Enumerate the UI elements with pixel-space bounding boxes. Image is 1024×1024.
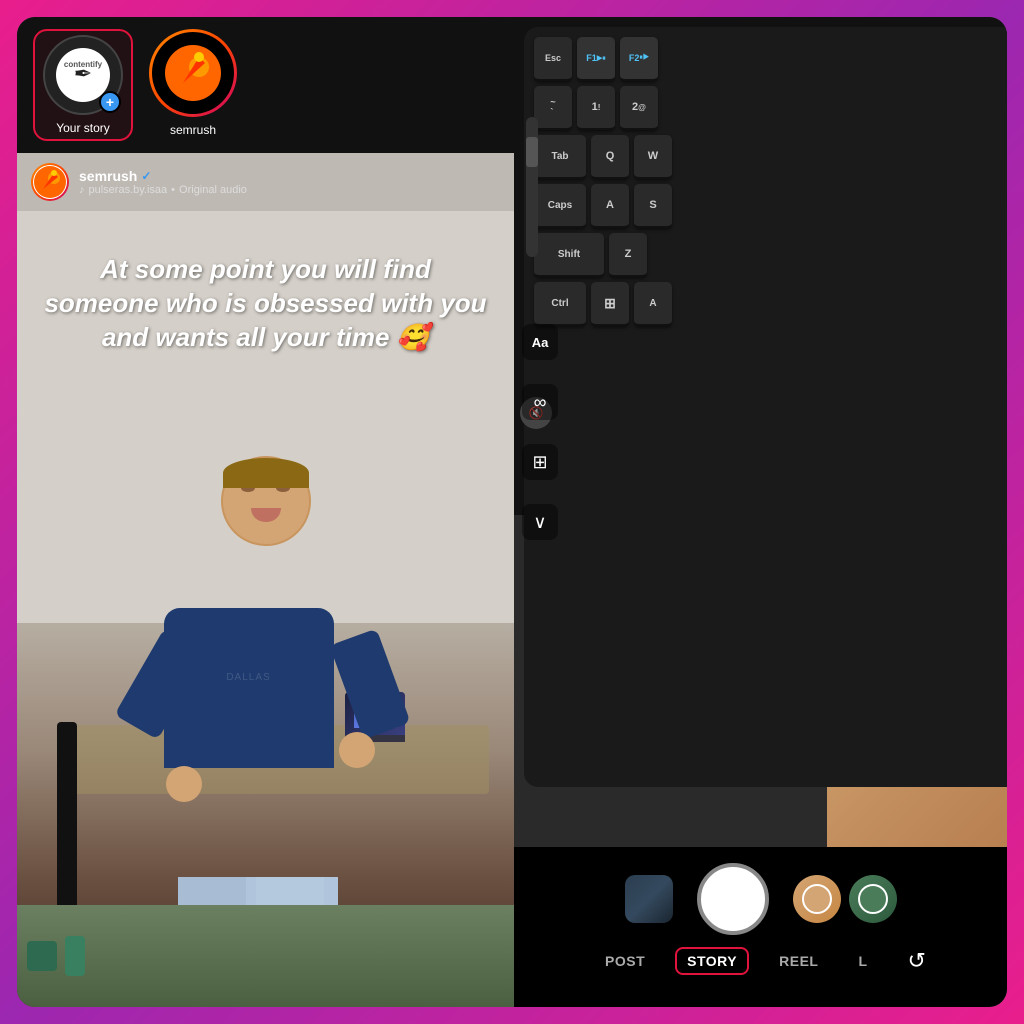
bottom-controls: POST STORY REEL L ↺ [514, 847, 1007, 1007]
tab-post[interactable]: POST [595, 949, 655, 973]
your-story-item[interactable]: ✒ contentify + Your story [33, 29, 133, 141]
recent-photos [793, 875, 897, 923]
recent-photo-2[interactable] [849, 875, 897, 923]
key-a: A [591, 184, 629, 228]
key-row-numbers: ~` 1! 2@ [534, 86, 1007, 130]
flip-camera-button[interactable]: ↺ [908, 948, 926, 974]
key-row-top: Esc F1▶⏸ F2⏸▶ [534, 37, 1007, 81]
text-tool-button[interactable]: Aa [522, 324, 558, 360]
tab-reel[interactable]: REEL [769, 949, 828, 973]
post-avatar-ring [31, 163, 69, 201]
key-s: S [634, 184, 672, 228]
left-hand [166, 766, 202, 802]
tab-story[interactable]: STORY [675, 947, 749, 975]
tab-live[interactable]: L [848, 949, 877, 973]
capture-button[interactable] [697, 863, 769, 935]
volume-thumb [526, 137, 538, 167]
key-esc: Esc [534, 37, 572, 81]
right-hand [339, 732, 375, 768]
chevron-down-button[interactable]: ∨ [522, 504, 558, 540]
mode-tabs: POST STORY REEL L ↺ [595, 947, 926, 975]
keyboard-photo-area: Esc F1▶⏸ F2⏸▶ ~` 1! 2@ Tab Q W [514, 17, 1007, 847]
capture-row [514, 863, 1007, 935]
recent-photo-1[interactable] [793, 875, 841, 923]
volume-slider[interactable] [526, 117, 538, 257]
post-header: semrush ✓ ♪ pulseras.by.isaa • Original … [17, 153, 514, 211]
key-row-asdf: Caps A S [534, 184, 1007, 228]
your-story-label: Your story [56, 121, 110, 135]
key-shift: Shift [534, 233, 604, 277]
semrush-story-label: semrush [170, 123, 216, 137]
link-icon: ∞ [534, 392, 547, 413]
key-1: 1! [577, 86, 615, 130]
stories-row: ✒ contentify + Your story [17, 17, 514, 153]
link-tool-button[interactable]: ∞ [522, 384, 558, 420]
semrush-story-avatar [152, 32, 234, 114]
layout-tool-button[interactable]: ⊞ [522, 444, 558, 480]
key-row-bottom: Ctrl ⊞ A [534, 282, 1007, 326]
text-tool-icon: Aa [532, 335, 549, 350]
key-caps: Caps [534, 184, 586, 228]
key-q: Q [591, 135, 629, 179]
wall [17, 153, 514, 623]
key-row-qwerty: Tab Q W [534, 135, 1007, 179]
svg-text:contentify: contentify [64, 60, 103, 69]
verified-badge: ✓ [141, 169, 151, 183]
semrush-story-ring [149, 29, 237, 117]
gallery-thumbnail[interactable] [625, 875, 673, 923]
key-ctrl: Ctrl [534, 282, 586, 326]
floor [17, 905, 514, 1007]
mouth [251, 508, 281, 522]
post-username: semrush ✓ [79, 168, 500, 184]
your-story-avatar-wrapper: ✒ contentify + [43, 35, 123, 115]
key-tab: Tab [534, 135, 586, 179]
key-f1: F1▶⏸ [577, 37, 615, 81]
key-w: W [634, 135, 672, 179]
main-frame: ✒ contentify + Your story [17, 17, 1007, 1007]
key-z: Z [609, 233, 647, 277]
add-story-badge[interactable]: + [99, 91, 121, 113]
key-row-zxcv: Shift Z [534, 233, 1007, 277]
side-toolbar: Aa ∞ ⊞ ∨ [522, 324, 558, 540]
person-body: DALLAS [164, 608, 334, 768]
post-overlay-text: At some point you will find someone who … [17, 233, 514, 374]
layout-icon: ⊞ [532, 452, 547, 473]
post-avatar [33, 165, 67, 199]
chair-back [57, 722, 77, 922]
gallery-thumb-preview [625, 875, 673, 923]
left-panel: ✒ contentify + Your story [17, 17, 514, 1007]
person-head [221, 456, 311, 546]
post-avatar-icon [33, 165, 67, 199]
semrush-logo-icon [163, 43, 223, 103]
post-audio-info: ♪ pulseras.by.isaa • Original audio [79, 184, 500, 196]
semrush-story-item[interactable]: semrush [149, 29, 237, 141]
overlay-text-content: At some point you will find someone who … [41, 253, 490, 354]
post-content-area: semrush ✓ ♪ pulseras.by.isaa • Original … [17, 153, 514, 1007]
key-tilde: ~` [534, 86, 572, 130]
key-win: ⊞ [591, 282, 629, 326]
key-alt: A [634, 282, 672, 326]
chevron-down-icon: ∨ [533, 512, 546, 533]
right-panel: Esc F1▶⏸ F2⏸▶ ~` 1! 2@ Tab Q W [514, 17, 1007, 1007]
key-2: 2@ [620, 86, 658, 130]
hair [223, 458, 309, 488]
keyboard-body: Esc F1▶⏸ F2⏸▶ ~` 1! 2@ Tab Q W [524, 27, 1007, 787]
key-f2: F2⏸▶ [620, 37, 658, 81]
post-info: semrush ✓ ♪ pulseras.by.isaa • Original … [79, 168, 500, 196]
